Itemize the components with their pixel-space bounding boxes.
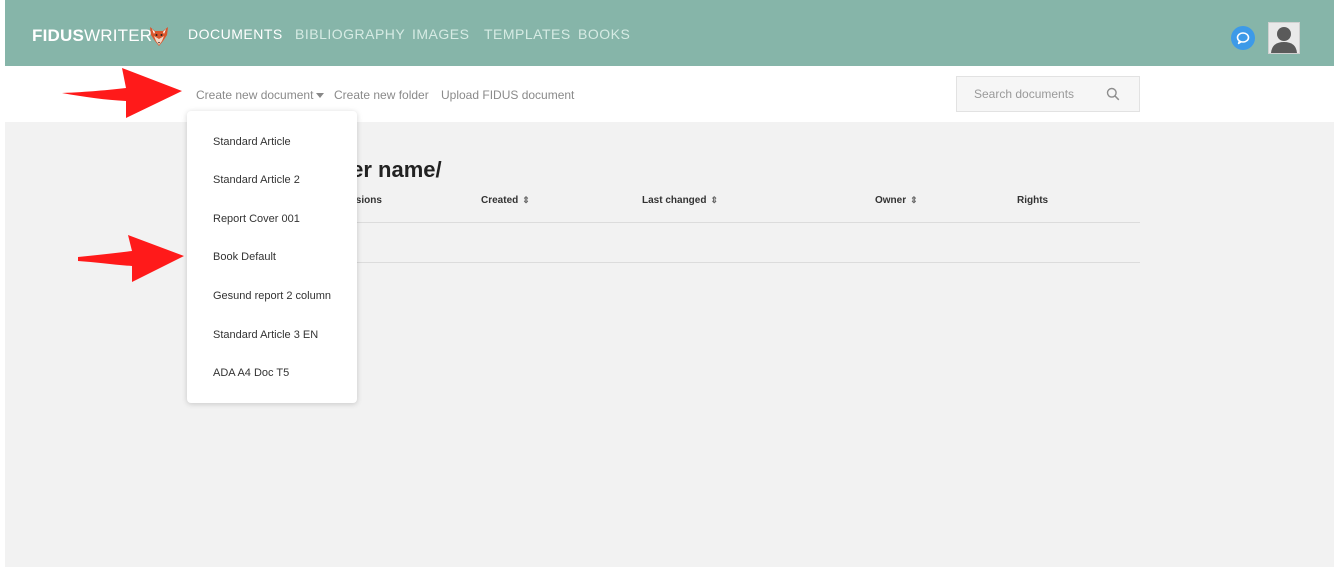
logo-text-light: WRITER (84, 26, 153, 45)
annotation-arrow-icon (78, 235, 184, 282)
table-header-divider (357, 222, 1140, 223)
column-header-created[interactable]: Created ⇕ (481, 195, 530, 206)
nav-images[interactable]: IMAGES (412, 26, 469, 42)
table-row-divider (357, 262, 1140, 263)
template-option-standard-article-3-en[interactable]: Standard Article 3 EN (213, 329, 318, 341)
sort-icon: ⇕ (710, 195, 719, 205)
annotation-arrow-icon (62, 68, 182, 118)
column-label: Last changed (642, 195, 707, 206)
column-header-last-changed[interactable]: Last changed ⇕ (642, 195, 718, 206)
column-header-owner[interactable]: Owner ⇕ (875, 195, 918, 206)
search-input[interactable] (957, 77, 1097, 111)
user-avatar-button[interactable] (1268, 22, 1300, 54)
nav-books[interactable]: BOOKS (578, 26, 630, 42)
top-navigation-bar: FIDUSWRITER DOCUMENTS BIBLIOGRAPHY IMAGE… (5, 0, 1334, 66)
column-label: Created (481, 195, 519, 206)
template-option-standard-article-2[interactable]: Standard Article 2 (213, 174, 300, 186)
search-box (956, 76, 1140, 112)
create-document-dropdown-menu: Standard Article Standard Article 2 Repo… (187, 111, 357, 403)
user-avatar-icon (1269, 23, 1299, 53)
template-option-ada-a4-doc-t5[interactable]: ADA A4 Doc T5 (213, 367, 289, 379)
create-new-folder-button[interactable]: Create new folder (334, 88, 429, 102)
template-option-gesund-report[interactable]: Gesund report 2 column (213, 290, 331, 302)
create-new-document-button[interactable]: Create new document (196, 88, 325, 102)
template-option-report-cover-001[interactable]: Report Cover 001 (213, 213, 300, 225)
column-header-revisions: isions (353, 195, 382, 206)
nav-bibliography[interactable]: BIBLIOGRAPHY (295, 26, 405, 42)
template-option-book-default[interactable]: Book Default (213, 251, 276, 263)
column-label: Owner (875, 195, 907, 206)
fox-logo-icon (150, 27, 168, 46)
chat-button[interactable] (1231, 26, 1255, 50)
app-logo[interactable]: FIDUSWRITER (32, 26, 152, 46)
app-window: FIDUSWRITER DOCUMENTS BIBLIOGRAPHY IMAGE… (5, 0, 1334, 567)
sort-icon: ⇕ (910, 195, 918, 205)
column-header-rights: Rights (1017, 195, 1049, 206)
create-new-document-label: Create new document (196, 88, 314, 102)
logo-text-bold: FIDUS (32, 26, 84, 45)
chat-icon (1236, 32, 1250, 45)
template-option-standard-article[interactable]: Standard Article (213, 136, 291, 148)
nav-documents[interactable]: DOCUMENTS (188, 26, 283, 42)
nav-templates[interactable]: TEMPLATES (484, 26, 571, 42)
folder-title: ler name/ (345, 157, 442, 182)
search-icon[interactable] (1106, 87, 1120, 101)
sort-icon: ⇕ (522, 195, 530, 205)
dropdown-arrow-icon (316, 93, 325, 99)
upload-fidus-document-button[interactable]: Upload FIDUS document (441, 88, 574, 102)
